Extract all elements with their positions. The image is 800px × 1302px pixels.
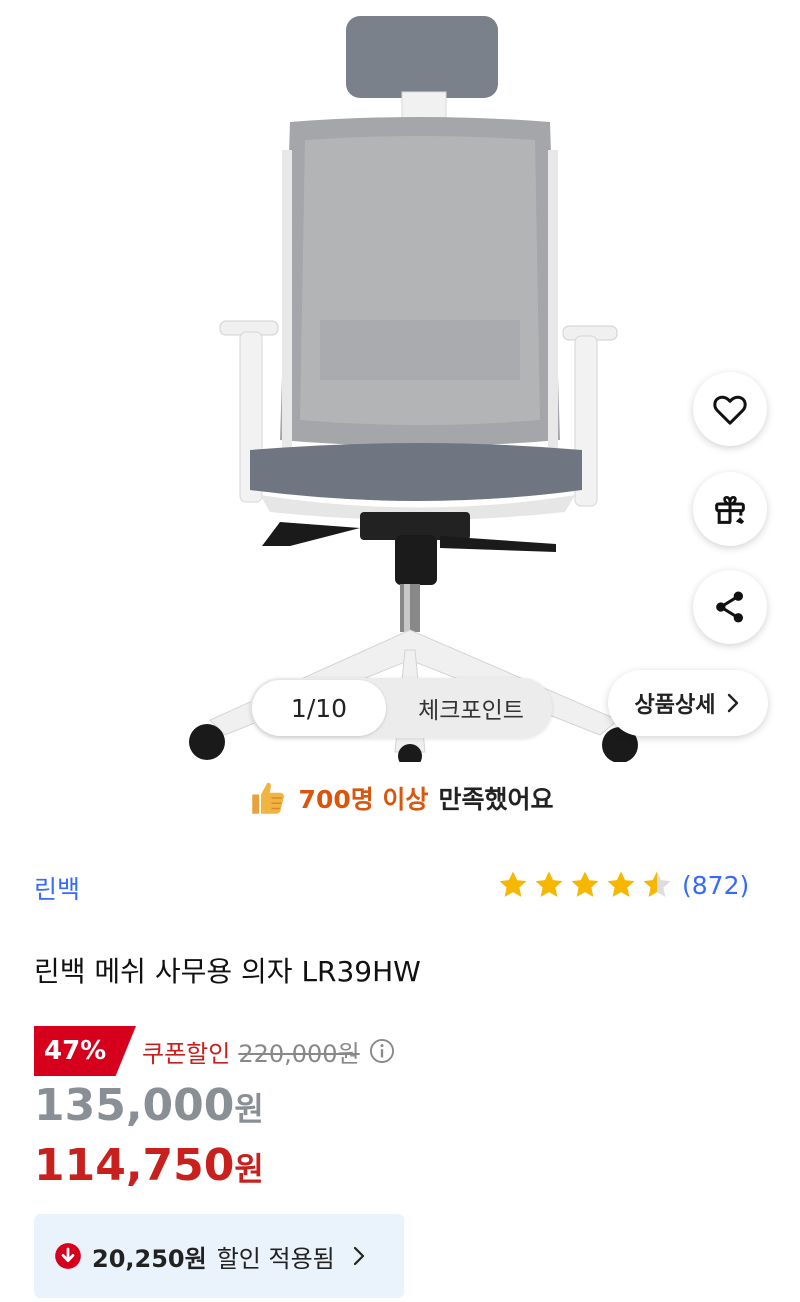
coupon-label: 쿠폰할인 xyxy=(142,1039,231,1068)
product-image-gallery[interactable]: 1/10 체크포인트 상품상세 xyxy=(0,0,800,762)
checkpoint-button[interactable]: 체크포인트 xyxy=(390,678,552,738)
original-price: 220,000원 xyxy=(238,1039,360,1068)
chevron-right-icon xyxy=(728,693,739,713)
star-icon xyxy=(607,871,635,897)
star-icon xyxy=(535,871,563,897)
product-image-chair xyxy=(189,16,638,762)
satisfaction-highlight: 700명 이상 xyxy=(298,785,429,814)
review-count: (872) xyxy=(682,870,750,900)
wishlist-button[interactable] xyxy=(693,372,767,446)
coupon-price-unit: 원 xyxy=(234,1150,264,1188)
brand-link[interactable]: 린백 xyxy=(34,870,80,906)
share-icon xyxy=(716,591,743,623)
coupon-price-number: 114,750 xyxy=(34,1140,235,1191)
gift-icon xyxy=(715,495,745,524)
share-button[interactable] xyxy=(693,570,767,644)
applied-text: 할인 적용됨 xyxy=(216,1244,335,1273)
star-icon xyxy=(499,871,527,897)
sale-price-unit: 원 xyxy=(234,1090,264,1128)
coupon-price: 114,750원 xyxy=(34,1140,264,1191)
discount-row: 47% 쿠폰할인 220,000원 xyxy=(34,1026,396,1076)
satisfaction-banner: 700명 이상 만족했어요 xyxy=(0,768,800,828)
star-half-icon xyxy=(643,871,671,897)
gift-button[interactable] xyxy=(693,472,767,546)
thumbs-up-icon xyxy=(251,782,284,814)
product-title: 린백 메쉬 사무용 의자 LR39HW xyxy=(34,955,421,988)
image-pager[interactable]: 1/10 체크포인트 xyxy=(250,678,552,738)
star-icon xyxy=(571,871,599,897)
chevron-right-icon xyxy=(353,1246,364,1266)
sale-price-number: 135,000 xyxy=(34,1080,235,1131)
sale-price: 135,000원 xyxy=(34,1080,264,1131)
satisfaction-text: 만족했어요 xyxy=(438,785,554,814)
product-detail-button[interactable]: 상품상세 xyxy=(608,670,768,736)
info-icon[interactable] xyxy=(368,1037,396,1065)
applied-amount: 20,250원 xyxy=(92,1244,207,1273)
rating-summary[interactable]: (872) xyxy=(496,868,749,902)
pager-count: 1/10 xyxy=(252,680,386,736)
product-detail-label: 상품상세 xyxy=(634,693,716,718)
applied-discount-button[interactable]: 20,250원 할인 적용됨 xyxy=(34,1214,404,1298)
discount-badge: 47% xyxy=(34,1026,136,1076)
heart-icon xyxy=(713,395,747,425)
arrow-down-circle-icon xyxy=(55,1243,81,1269)
